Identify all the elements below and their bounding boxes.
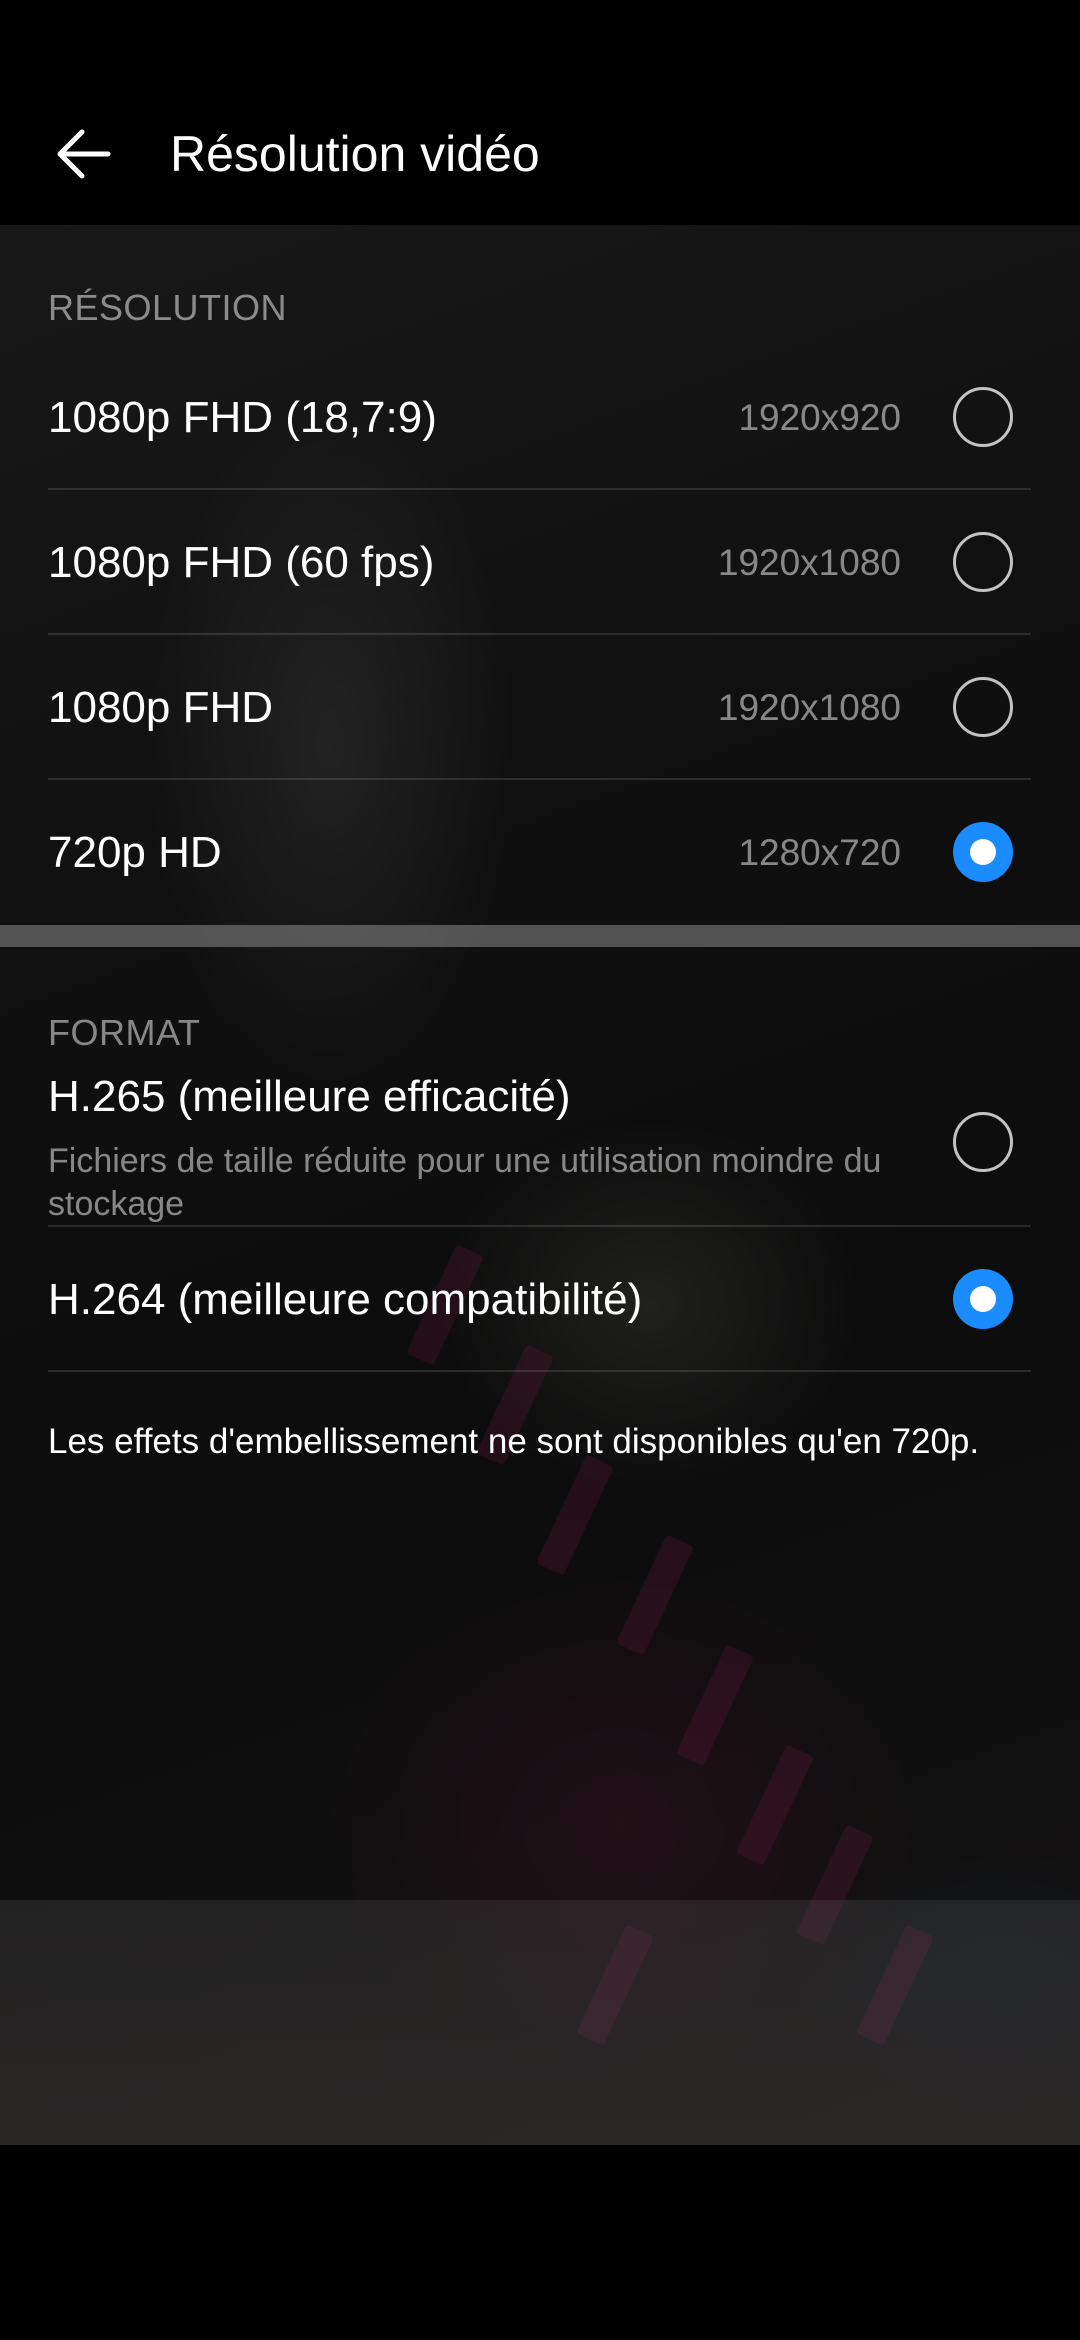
resolution-option-1080p-18-7-9[interactable]: 1080p FHD (18,7:9) 1920x920 (48, 345, 1031, 490)
resolution-option-1080p[interactable]: 1080p FHD 1920x1080 (48, 635, 1031, 780)
info-note: Les effets d'embellissement ne sont disp… (48, 1422, 980, 1461)
format-section-label: FORMAT (48, 1012, 201, 1053)
bottom-bar (0, 2145, 1080, 2340)
resolution-option-720p[interactable]: 720p HD 1280x720 (48, 780, 1031, 925)
resolution-section-label: RÉSOLUTION (48, 287, 288, 328)
radio-button-selected[interactable] (953, 1269, 1013, 1329)
back-button[interactable] (48, 118, 120, 190)
arrow-left-icon (57, 129, 111, 179)
page-title: Résolution vidéo (170, 126, 540, 182)
radio-button[interactable] (953, 1112, 1013, 1172)
option-value: 1920x1080 (717, 541, 901, 583)
option-value: 1920x1080 (717, 686, 901, 728)
option-label: 1080p FHD (48, 682, 274, 732)
app-header: Résolution vidéo (0, 0, 1080, 225)
option-label: 1080p FHD (18,7:9) (48, 392, 437, 442)
radio-button[interactable] (953, 387, 1013, 447)
radio-button[interactable] (953, 677, 1013, 737)
option-label: 720p HD (48, 827, 222, 877)
radio-button[interactable] (953, 532, 1013, 592)
format-option-h265[interactable]: H.265 (meilleure efficacité) Fichiers de… (48, 1070, 1031, 1227)
section-separator (0, 925, 1080, 947)
option-description: Fichiers de taille réduite pour une util… (48, 1142, 882, 1223)
option-label: H.264 (meilleure compatibilité) (48, 1274, 643, 1324)
option-label: 1080p FHD (60 fps) (48, 537, 435, 587)
option-label: H.265 (meilleure efficacité) (48, 1072, 571, 1121)
radio-button-selected[interactable] (953, 822, 1013, 882)
format-option-h264[interactable]: H.264 (meilleure compatibilité) (48, 1227, 1031, 1372)
resolution-option-1080p-60fps[interactable]: 1080p FHD (60 fps) 1920x1080 (48, 490, 1031, 635)
option-value: 1920x920 (738, 396, 901, 438)
divider (48, 1370, 1031, 1372)
option-value: 1280x720 (738, 831, 901, 873)
